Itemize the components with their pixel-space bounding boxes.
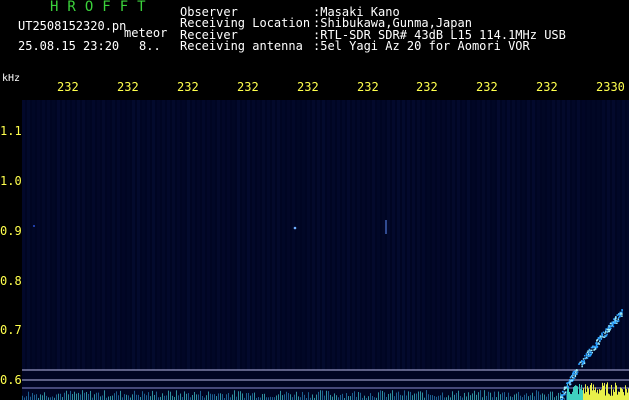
time-tick: 232 (297, 80, 319, 94)
info-antenna-label: Receiving antenna (180, 39, 303, 53)
noise-floor (22, 382, 629, 400)
freq-tick: 1.0 (0, 174, 22, 188)
time-tick: 232 (57, 80, 79, 94)
time-tick: 232 (536, 80, 558, 94)
date-time: 25.08.15 23:20 (18, 39, 120, 53)
meteor-echo (293, 226, 297, 230)
spectrogram (22, 100, 629, 400)
time-tick: 2330 (596, 80, 625, 94)
freq-tick: 0.9 (0, 224, 22, 238)
spectrogram-background-columns (22, 100, 629, 370)
time-tick: 232 (416, 80, 438, 94)
info-antenna-value: :5el Yagi Az 20 for Aomori VOR (313, 39, 530, 53)
freq-tick: 0.8 (0, 274, 22, 288)
freq-tick: 1.1 (0, 124, 22, 138)
count-label: 8.. (139, 39, 161, 53)
freq-tick: 0.7 (0, 323, 22, 337)
time-tick: 232 (117, 80, 139, 94)
time-tick: 232 (357, 80, 379, 94)
meteor-echo (33, 225, 35, 227)
hroft-brand: HROFFT (50, 0, 155, 15)
time-tick: 232 (177, 80, 199, 94)
mode-label: meteor (124, 26, 168, 40)
time-tick: 232 (476, 80, 498, 94)
unit-label: kHz (2, 73, 21, 84)
file-name: UT2508152320.pn (18, 19, 127, 33)
freq-tick: 0.6 (0, 373, 22, 387)
time-tick: 232 (237, 80, 259, 94)
